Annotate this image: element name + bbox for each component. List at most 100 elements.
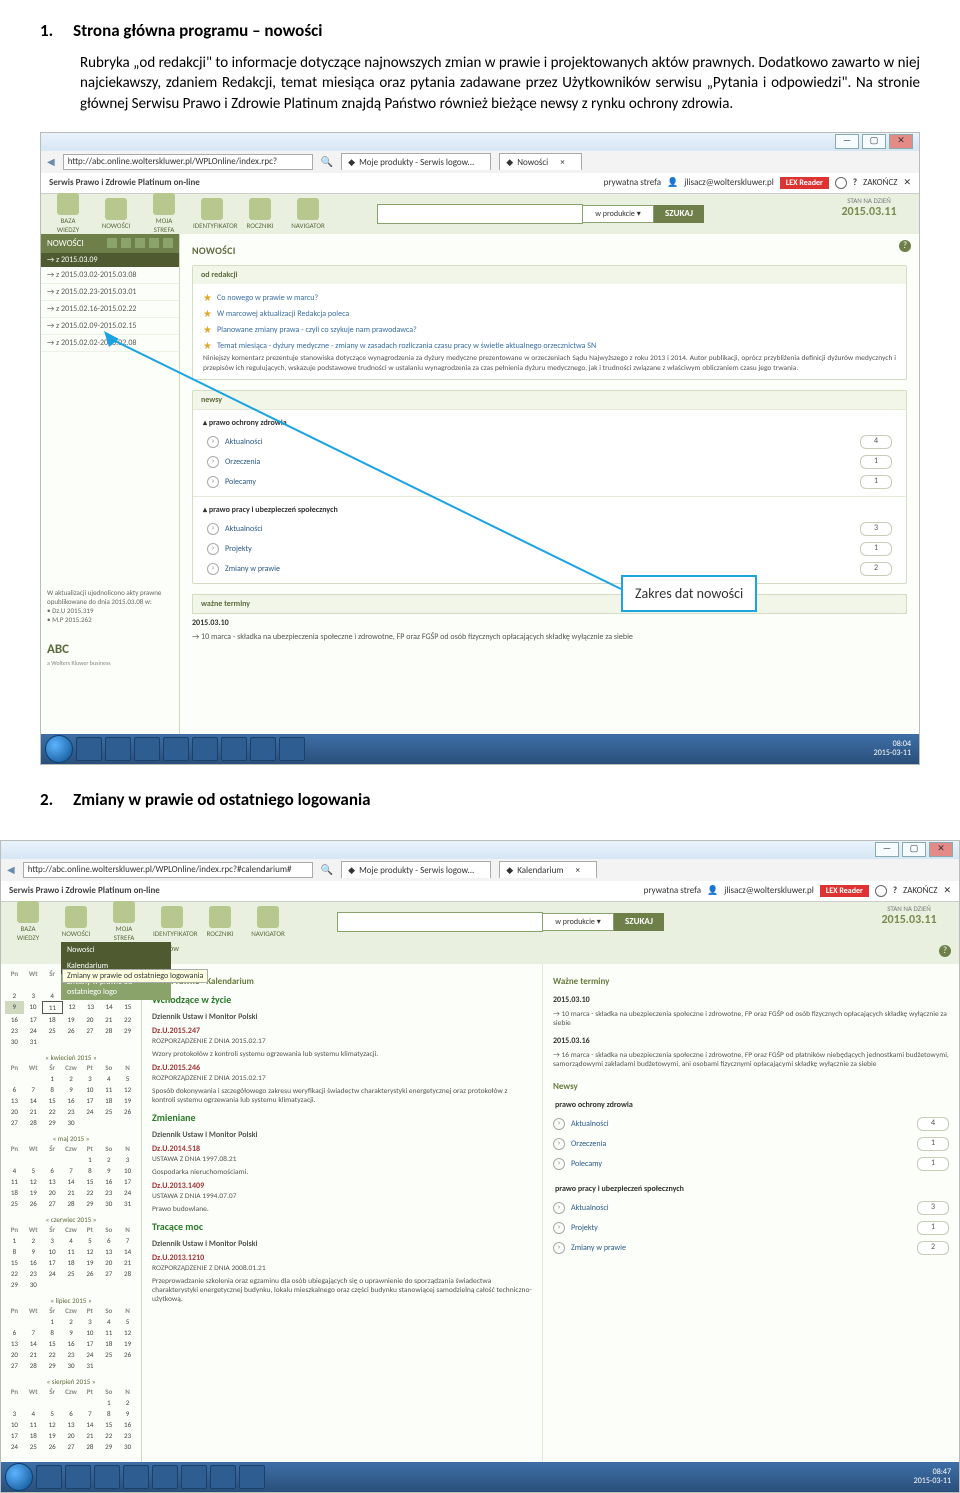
search-icon[interactable]: 🔍 xyxy=(321,155,333,168)
sidebar-date-range-item[interactable]: → z 2015.02.16-2015.02.22 xyxy=(41,301,179,318)
toggle-icon[interactable]: › xyxy=(553,1242,565,1254)
toggle-icon[interactable]: › xyxy=(553,1118,565,1130)
window-minimize-button[interactable]: — xyxy=(835,134,859,149)
help-icon[interactable]: ? xyxy=(939,945,951,957)
calendar-july[interactable]: « lipiec 2015 » PnWtŚrCzwPtSoN 12345 678… xyxy=(5,1296,137,1371)
lex-reader-badge[interactable]: LEX Reader xyxy=(820,885,869,897)
sidebar-tool-icon[interactable] xyxy=(149,238,159,248)
news-row[interactable]: ›Aktualności3 xyxy=(553,1198,949,1218)
next-icon[interactable]: » xyxy=(93,1215,97,1224)
prev-icon[interactable]: « xyxy=(45,1053,49,1062)
news-row[interactable]: ›Polecamy1 xyxy=(553,1154,949,1174)
window-close-button[interactable]: ✕ xyxy=(929,842,953,857)
editorial-link[interactable]: ★W marcowej aktualizacji Redakcja poleca xyxy=(203,306,896,322)
calendar-august[interactable]: « sierpień 2015 » PnWtŚrCzwPtSoN 12 3456… xyxy=(5,1377,137,1452)
news-row[interactable]: ›Zmiany w prawie2 xyxy=(553,1238,949,1258)
logout-button[interactable]: ZAKOŃCZ xyxy=(863,177,897,188)
next-icon[interactable]: » xyxy=(93,1053,97,1062)
tool-identyfikator[interactable]: IDENTYFIKATOR xyxy=(153,906,191,938)
sidebar-tool-icon[interactable] xyxy=(163,238,173,248)
browser-tab-2[interactable]: ◆Nowości× xyxy=(499,153,581,170)
prev-icon[interactable]: « xyxy=(47,1377,51,1386)
tool-navigator[interactable]: NAVIGATOR xyxy=(249,906,287,938)
taskbar-app-icon[interactable] xyxy=(181,1465,207,1489)
act-id-link[interactable]: Dz.U.2015.247 xyxy=(152,1026,532,1036)
start-button[interactable] xyxy=(5,1463,33,1491)
prev-icon[interactable]: « xyxy=(53,1134,57,1143)
back-icon[interactable]: ◀ xyxy=(7,863,15,876)
news-row[interactable]: ›Orzeczenia1 xyxy=(553,1134,949,1154)
taskbar-app-icon[interactable] xyxy=(76,737,102,761)
editorial-link[interactable]: ★Co nowego w prawie w marcu? xyxy=(203,290,896,306)
toggle-icon[interactable]: › xyxy=(553,1202,565,1214)
sidebar-current-range[interactable]: → z 2015.03.09 xyxy=(41,253,179,267)
news-row[interactable]: ›Projekty1 xyxy=(553,1218,949,1238)
search-button[interactable]: SZUKAJ xyxy=(654,205,704,223)
taskbar-app-icon[interactable] xyxy=(36,1465,62,1489)
taskbar-app-icon[interactable] xyxy=(163,737,189,761)
calendar-june[interactable]: « czerwiec 2015 » PnWtŚrCzwPtSoN 1234567… xyxy=(5,1215,137,1290)
tool-navigator[interactable]: NAVIGATOR xyxy=(289,198,327,230)
taskbar-app-icon[interactable] xyxy=(210,1465,236,1489)
url-input[interactable]: http://abc.online.wolterskluwer.pl/WPLOn… xyxy=(23,862,313,878)
prev-icon[interactable]: « xyxy=(50,1296,54,1305)
search-icon[interactable]: 🔍 xyxy=(321,863,333,876)
act-id-link[interactable]: Dz.U.2013.1210 xyxy=(152,1253,532,1263)
taskbar-app-icon[interactable] xyxy=(134,737,160,761)
tool-moja-strefa[interactable]: MOJA STREFA xyxy=(105,901,143,942)
tool-identyfikator[interactable]: IDENTYFIKATOR xyxy=(193,198,231,230)
tool-baza-wiedzy[interactable]: BAZA WIEDZY xyxy=(49,193,87,234)
toggle-icon[interactable]: › xyxy=(553,1158,565,1170)
gear-icon[interactable] xyxy=(835,177,847,189)
toggle-icon[interactable]: › xyxy=(553,1222,565,1234)
calendar-april[interactable]: « kwiecień 2015 » PnWtŚrCzwPtSoN 12345 6… xyxy=(5,1053,137,1128)
close-icon[interactable]: ✕ xyxy=(903,177,911,188)
sidebar-tool-icon[interactable] xyxy=(121,238,131,248)
close-icon[interactable]: ✕ xyxy=(943,885,951,896)
taskbar-app-icon[interactable] xyxy=(105,737,131,761)
toggle-icon[interactable]: › xyxy=(553,1138,565,1150)
act-id-link[interactable]: Dz.U.2015.246 xyxy=(152,1063,532,1073)
url-input[interactable]: http://abc.online.wolterskluwer.pl/WPLOn… xyxy=(63,154,313,170)
lex-reader-badge[interactable]: LEX Reader xyxy=(780,177,829,189)
gear-icon[interactable] xyxy=(875,885,887,897)
logout-button[interactable]: ZAKOŃCZ xyxy=(903,885,937,896)
taskbar-clock[interactable]: 08:04 2015-03-11 xyxy=(874,740,915,758)
search-filter-select[interactable]: w produkcie ▾ xyxy=(543,913,614,931)
taskbar-app-icon[interactable] xyxy=(279,737,305,761)
help-icon[interactable]: ? xyxy=(893,885,897,896)
search-filter-select[interactable]: w produkcie ▾ xyxy=(583,205,654,223)
taskbar-app-icon[interactable] xyxy=(123,1465,149,1489)
tool-moja-strefa[interactable]: MOJA STREFA xyxy=(145,193,183,234)
window-maximize-button[interactable]: ▢ xyxy=(862,134,886,149)
taskbar-app-icon[interactable] xyxy=(65,1465,91,1489)
calendar-may[interactable]: « maj 2015 » PnWtŚrCzwPtSoN 123 45678910… xyxy=(5,1134,137,1209)
search-input[interactable] xyxy=(377,204,583,224)
browser-tab-1[interactable]: ◆Moje produkty - Serwis logow... xyxy=(341,153,491,170)
sidebar-tool-icon[interactable] xyxy=(107,238,117,248)
private-zone-label[interactable]: prywatna strefa xyxy=(604,177,661,188)
back-icon[interactable]: ◀ xyxy=(47,155,55,168)
search-button[interactable]: SZUKAJ xyxy=(614,913,664,931)
tool-baza-wiedzy[interactable]: BAZA WIEDZY xyxy=(9,901,47,942)
tab-close-icon[interactable]: × xyxy=(560,157,564,168)
browser-tab-1[interactable]: ◆Moje produkty - Serwis logow... xyxy=(341,861,491,878)
sidebar-date-range-item[interactable]: → z 2015.02.23-2015.03.01 xyxy=(41,284,179,301)
next-icon[interactable]: » xyxy=(92,1377,96,1386)
tab-close-icon[interactable]: × xyxy=(576,865,580,876)
search-input[interactable] xyxy=(337,912,543,932)
next-icon[interactable]: » xyxy=(88,1296,92,1305)
next-icon[interactable]: » xyxy=(86,1134,90,1143)
tool-roczniki[interactable]: ROCZNIKI xyxy=(241,198,279,230)
sidebar-tool-icon[interactable] xyxy=(135,238,145,248)
taskbar-app-icon[interactable] xyxy=(221,737,247,761)
window-maximize-button[interactable]: ▢ xyxy=(902,842,926,857)
prev-icon[interactable]: « xyxy=(46,1215,50,1224)
start-button[interactable] xyxy=(45,735,73,763)
tool-nowosci[interactable]: NOWOŚCI xyxy=(57,906,95,938)
act-id-link[interactable]: Dz.U.2014.518 xyxy=(152,1144,532,1154)
dropdown-item-nowosci[interactable]: Nowości xyxy=(61,942,171,958)
news-row[interactable]: ›Aktualności4 xyxy=(553,1114,949,1134)
help-icon[interactable]: ? xyxy=(899,240,911,252)
window-minimize-button[interactable]: — xyxy=(875,842,899,857)
